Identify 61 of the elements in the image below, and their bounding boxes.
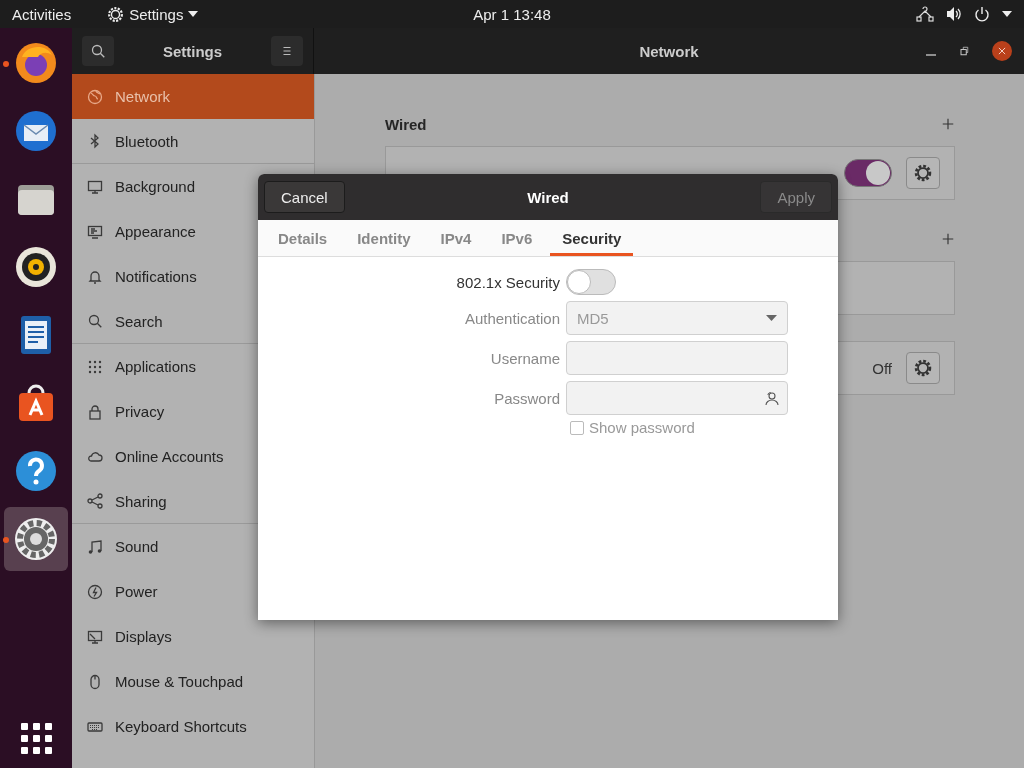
monitor-icon — [87, 223, 103, 240]
add-icon[interactable] — [941, 232, 955, 246]
search-icon — [87, 313, 103, 329]
clock[interactable]: Apr 1 13:48 — [473, 5, 551, 23]
sidebar-item[interactable]: Keyboard Shortcuts — [72, 704, 314, 749]
network-icon[interactable] — [916, 6, 934, 22]
activities-button[interactable]: Activities — [12, 5, 72, 23]
dock-item[interactable] — [4, 507, 68, 571]
close-icon — [997, 46, 1007, 56]
power-icon — [87, 583, 103, 600]
dialog-title: Wired — [527, 188, 569, 206]
sidebar-item[interactable]: Notifications — [72, 254, 314, 299]
search-icon — [90, 43, 106, 59]
search-button[interactable] — [82, 36, 114, 66]
sidebar-title: Settings — [162, 42, 223, 60]
lock-icon — [87, 403, 103, 420]
music-note-icon — [87, 538, 103, 555]
app-menu-button[interactable]: Settings — [129, 5, 184, 23]
settings-button[interactable] — [906, 352, 940, 384]
display-icon — [87, 628, 103, 645]
section-heading: Wired — [385, 115, 427, 133]
bell-icon — [87, 268, 103, 285]
mouse-icon — [87, 673, 103, 690]
settings-button[interactable] — [906, 157, 940, 189]
settings-icon — [913, 163, 933, 183]
sidebar-item[interactable]: Sound — [72, 524, 314, 569]
sidebar-item[interactable]: Mouse & Touchpad — [72, 659, 314, 704]
sidebar-item[interactable]: Displays — [72, 614, 314, 659]
window-title: Network — [639, 42, 699, 60]
sidebar-item[interactable]: Power — [72, 569, 314, 614]
field-label: 802.1x Security — [455, 273, 560, 291]
gear-icon — [12, 515, 60, 563]
tab[interactable]: Security — [550, 220, 634, 256]
monitor-icon — [87, 178, 103, 195]
toggle-switch[interactable] — [844, 159, 892, 187]
volume-icon[interactable] — [946, 6, 962, 22]
field-label: Username — [489, 349, 560, 367]
globe-icon — [87, 88, 103, 105]
restore-button[interactable] — [958, 45, 970, 57]
settings-icon — [913, 358, 933, 378]
add-icon[interactable] — [941, 117, 955, 131]
field-label: Authentication — [463, 309, 560, 327]
caret-icon[interactable] — [1002, 11, 1012, 17]
field-label: Password — [493, 389, 560, 407]
gear-icon — [107, 5, 125, 23]
share-icon — [87, 493, 103, 509]
sidebar-item[interactable]: Bluetooth — [72, 119, 314, 164]
cancel-button[interactable]: Cancel — [264, 181, 345, 213]
grid-icon — [87, 358, 103, 375]
menu-button[interactable] — [271, 36, 303, 66]
minimize-icon — [926, 54, 936, 56]
sidebar-item[interactable]: Applications — [72, 344, 314, 389]
toggle-switch[interactable] — [566, 269, 616, 295]
connection-status: Off — [872, 359, 892, 377]
sidebar-item[interactable]: Privacy — [72, 389, 314, 434]
close-button[interactable] — [992, 41, 1012, 61]
caret-icon — [188, 11, 199, 17]
sidebar-item[interactable]: Online Accounts — [72, 434, 314, 479]
restore-icon — [958, 45, 970, 57]
power-icon[interactable] — [974, 6, 990, 22]
app-grid-icon[interactable] — [20, 723, 52, 754]
